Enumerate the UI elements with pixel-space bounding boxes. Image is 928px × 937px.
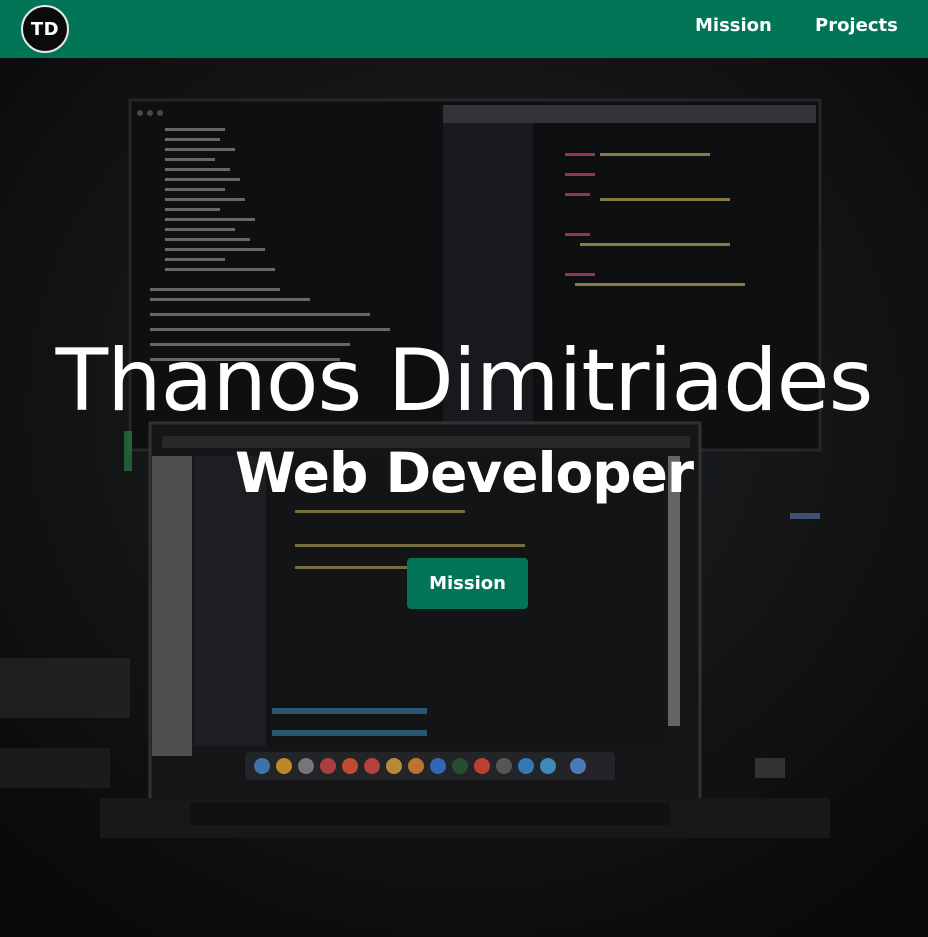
nav-link-mission[interactable]: Mission <box>695 15 772 36</box>
mission-button[interactable]: Mission <box>407 558 528 609</box>
logo-badge[interactable]: TD <box>21 5 69 53</box>
hero-title: Thanos Dimitriades <box>55 331 874 431</box>
nav-link-projects[interactable]: Projects <box>815 15 898 36</box>
hero-subtitle: Web Developer <box>234 441 694 505</box>
hero-section: Thanos Dimitriades Web Developer Mission <box>0 58 928 937</box>
top-navbar: TD Mission Projects <box>0 0 928 58</box>
